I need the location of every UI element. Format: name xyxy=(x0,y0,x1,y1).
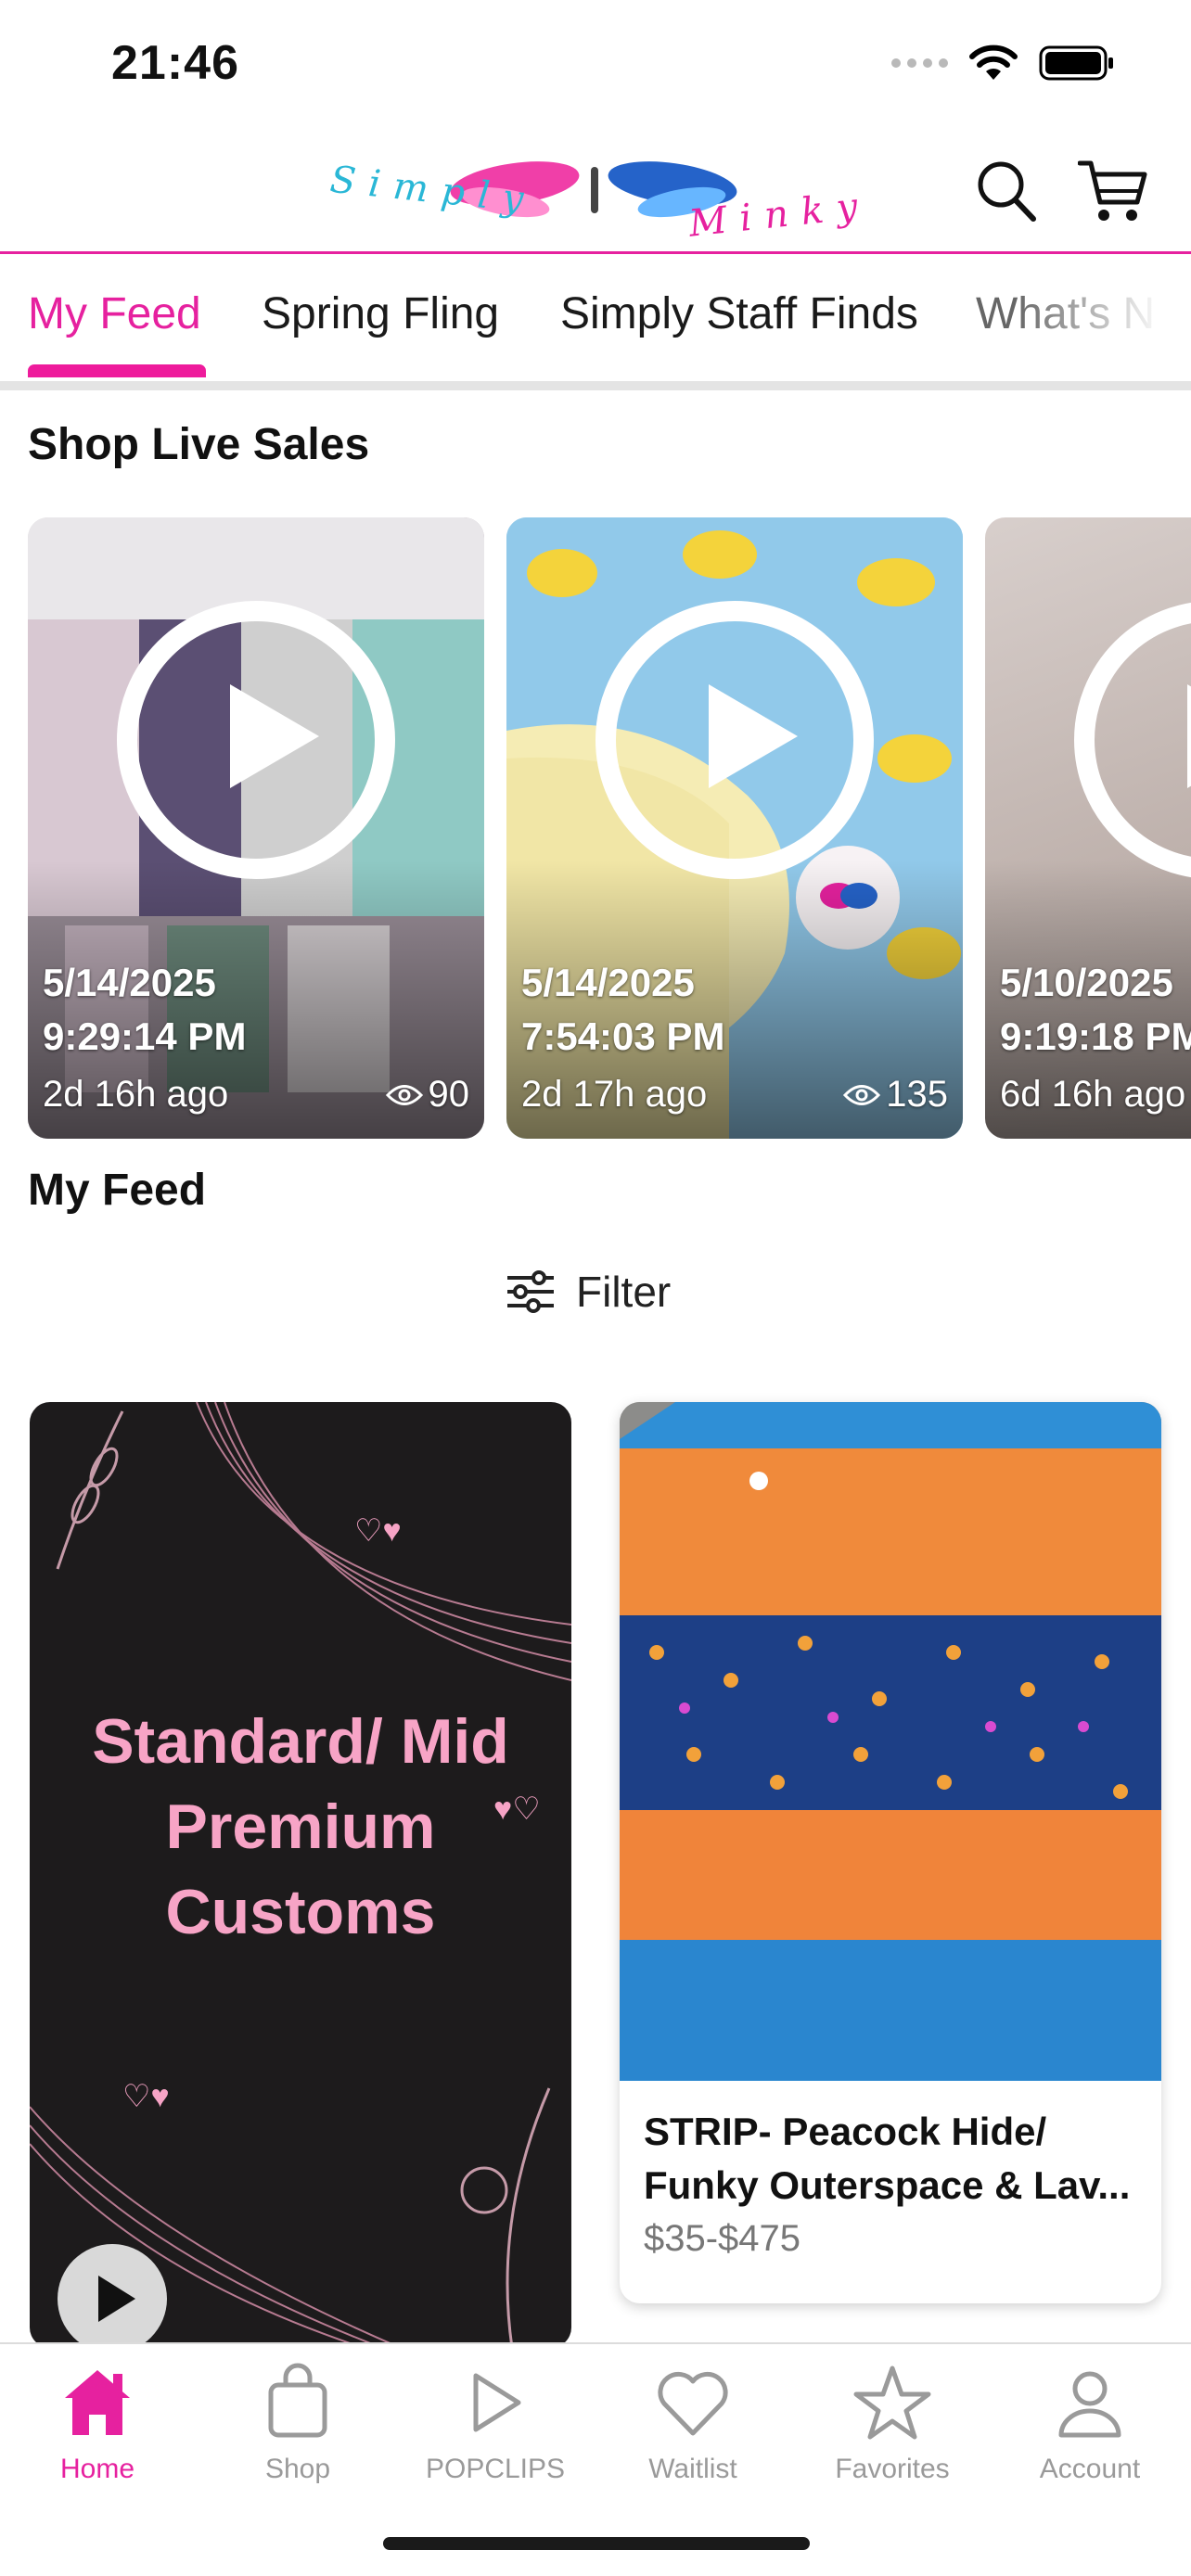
heart-icon xyxy=(658,2371,728,2436)
nav-waitlist[interactable]: Waitlist xyxy=(600,2363,786,2485)
nav-shop[interactable]: Shop xyxy=(205,2363,391,2485)
live-sale-date: 5/10/2025 xyxy=(1000,961,1173,1004)
live-sale-ago: 2d 16h ago xyxy=(43,1074,229,1115)
filter-label: Filter xyxy=(576,1268,672,1316)
status-icons xyxy=(891,45,1117,82)
wifi-icon xyxy=(969,45,1018,80)
tab-my-feed[interactable]: My Feed xyxy=(28,288,201,339)
live-sale-time: 9:29:14 PM xyxy=(43,1014,247,1058)
tab-simply-staff-finds[interactable]: Simply Staff Finds xyxy=(560,288,918,339)
filter-button[interactable]: Filter xyxy=(506,1267,671,1317)
tab-spring-fling[interactable]: Spring Fling xyxy=(262,288,499,339)
category-tabs: My Feed Spring Fling Simply Staff Finds … xyxy=(0,257,1191,381)
play-icon[interactable] xyxy=(117,601,395,879)
sliders-icon xyxy=(507,1270,554,1313)
promo-line: Premium xyxy=(165,1792,436,1862)
status-bar: 21:46 xyxy=(0,0,1191,130)
product-price: $35-$475 xyxy=(644,2218,801,2259)
live-sale-time: 9:19:18 PM xyxy=(1000,1014,1191,1058)
nav-label: POPCLIPS xyxy=(425,2454,566,2484)
cart-icon[interactable] xyxy=(1078,158,1148,224)
tabs-fade xyxy=(1015,257,1191,381)
home-icon xyxy=(65,2370,130,2435)
nav-account[interactable]: Account xyxy=(997,2363,1183,2485)
live-sale-ago: 6d 16h ago xyxy=(1000,1074,1186,1115)
eye-icon xyxy=(843,1084,881,1105)
shopping-bag-icon xyxy=(268,2363,327,2438)
my-feed-heading: My Feed xyxy=(28,1166,207,1215)
app-header: Simply Minky xyxy=(0,130,1191,254)
live-sale-card[interactable]: 5/14/2025 7:54:03 PM 2d 17h ago 135 xyxy=(506,517,963,1139)
play-icon[interactable] xyxy=(596,601,874,879)
search-icon[interactable] xyxy=(976,159,1037,223)
live-sales-heading: Shop Live Sales xyxy=(28,420,370,469)
nav-popclips[interactable]: POPCLIPS xyxy=(403,2363,588,2485)
nav-label: Waitlist xyxy=(648,2454,737,2484)
person-icon xyxy=(1058,2371,1121,2438)
live-sale-views: 135 xyxy=(843,1074,948,1116)
live-sale-time: 7:54:03 PM xyxy=(521,1014,725,1058)
nav-label: Account xyxy=(1039,2454,1141,2484)
battery-icon xyxy=(1039,45,1113,81)
live-sale-views: 90 xyxy=(385,1074,470,1116)
cellular-signal-icon xyxy=(891,58,948,68)
active-tab-indicator xyxy=(28,364,206,377)
promo-line: Standard/ Mid xyxy=(92,1706,509,1777)
promo-line: Customs xyxy=(165,1877,436,1947)
promo-headline: Standard/ Mid Premium Customs xyxy=(30,1699,571,1955)
simply-minky-logo[interactable]: Simply Minky xyxy=(320,148,877,241)
svg-text:♡♥: ♡♥ xyxy=(122,2079,170,2114)
play-button[interactable] xyxy=(58,2244,167,2348)
live-sale-date: 5/14/2025 xyxy=(43,961,216,1004)
view-count: 90 xyxy=(428,1074,470,1115)
live-sale-card[interactable]: 5/10/2025 9:19:18 PM 6d 16h ago xyxy=(985,517,1191,1139)
tabs-divider xyxy=(0,381,1191,390)
feed-video-card[interactable]: ♡♥ ♥♡ ♡♥ Standard/ Mid Premium Customs xyxy=(30,1402,571,2348)
status-time: 21:46 xyxy=(111,36,239,90)
nav-label: Shop xyxy=(264,2454,331,2484)
product-image xyxy=(620,1402,1161,2081)
star-icon xyxy=(853,2366,931,2440)
svg-text:♡♥: ♡♥ xyxy=(354,1513,402,1549)
play-icon xyxy=(473,2373,521,2432)
home-indicator[interactable] xyxy=(383,2537,810,2550)
live-sale-card[interactable]: 5/14/2025 9:29:14 PM 2d 16h ago 90 xyxy=(28,517,484,1139)
nav-favorites[interactable]: Favorites xyxy=(800,2363,985,2485)
live-sales-carousel[interactable]: 5/14/2025 9:29:14 PM 2d 16h ago 90 5/14/… xyxy=(28,517,1191,1139)
product-title[interactable]: STRIP- Peacock Hide/ Funky Outerspace & … xyxy=(644,2105,1145,2213)
product-card[interactable]: STRIP- Peacock Hide/ Funky Outerspace & … xyxy=(620,1402,1161,2303)
nav-label: Favorites xyxy=(835,2454,950,2484)
live-sale-date: 5/14/2025 xyxy=(521,961,695,1004)
eye-icon xyxy=(385,1084,423,1105)
nav-home[interactable]: Home xyxy=(5,2363,190,2485)
nav-label: Home xyxy=(59,2454,135,2484)
view-count: 135 xyxy=(886,1074,948,1115)
live-sale-ago: 2d 17h ago xyxy=(521,1074,708,1115)
play-icon[interactable] xyxy=(1074,601,1191,879)
